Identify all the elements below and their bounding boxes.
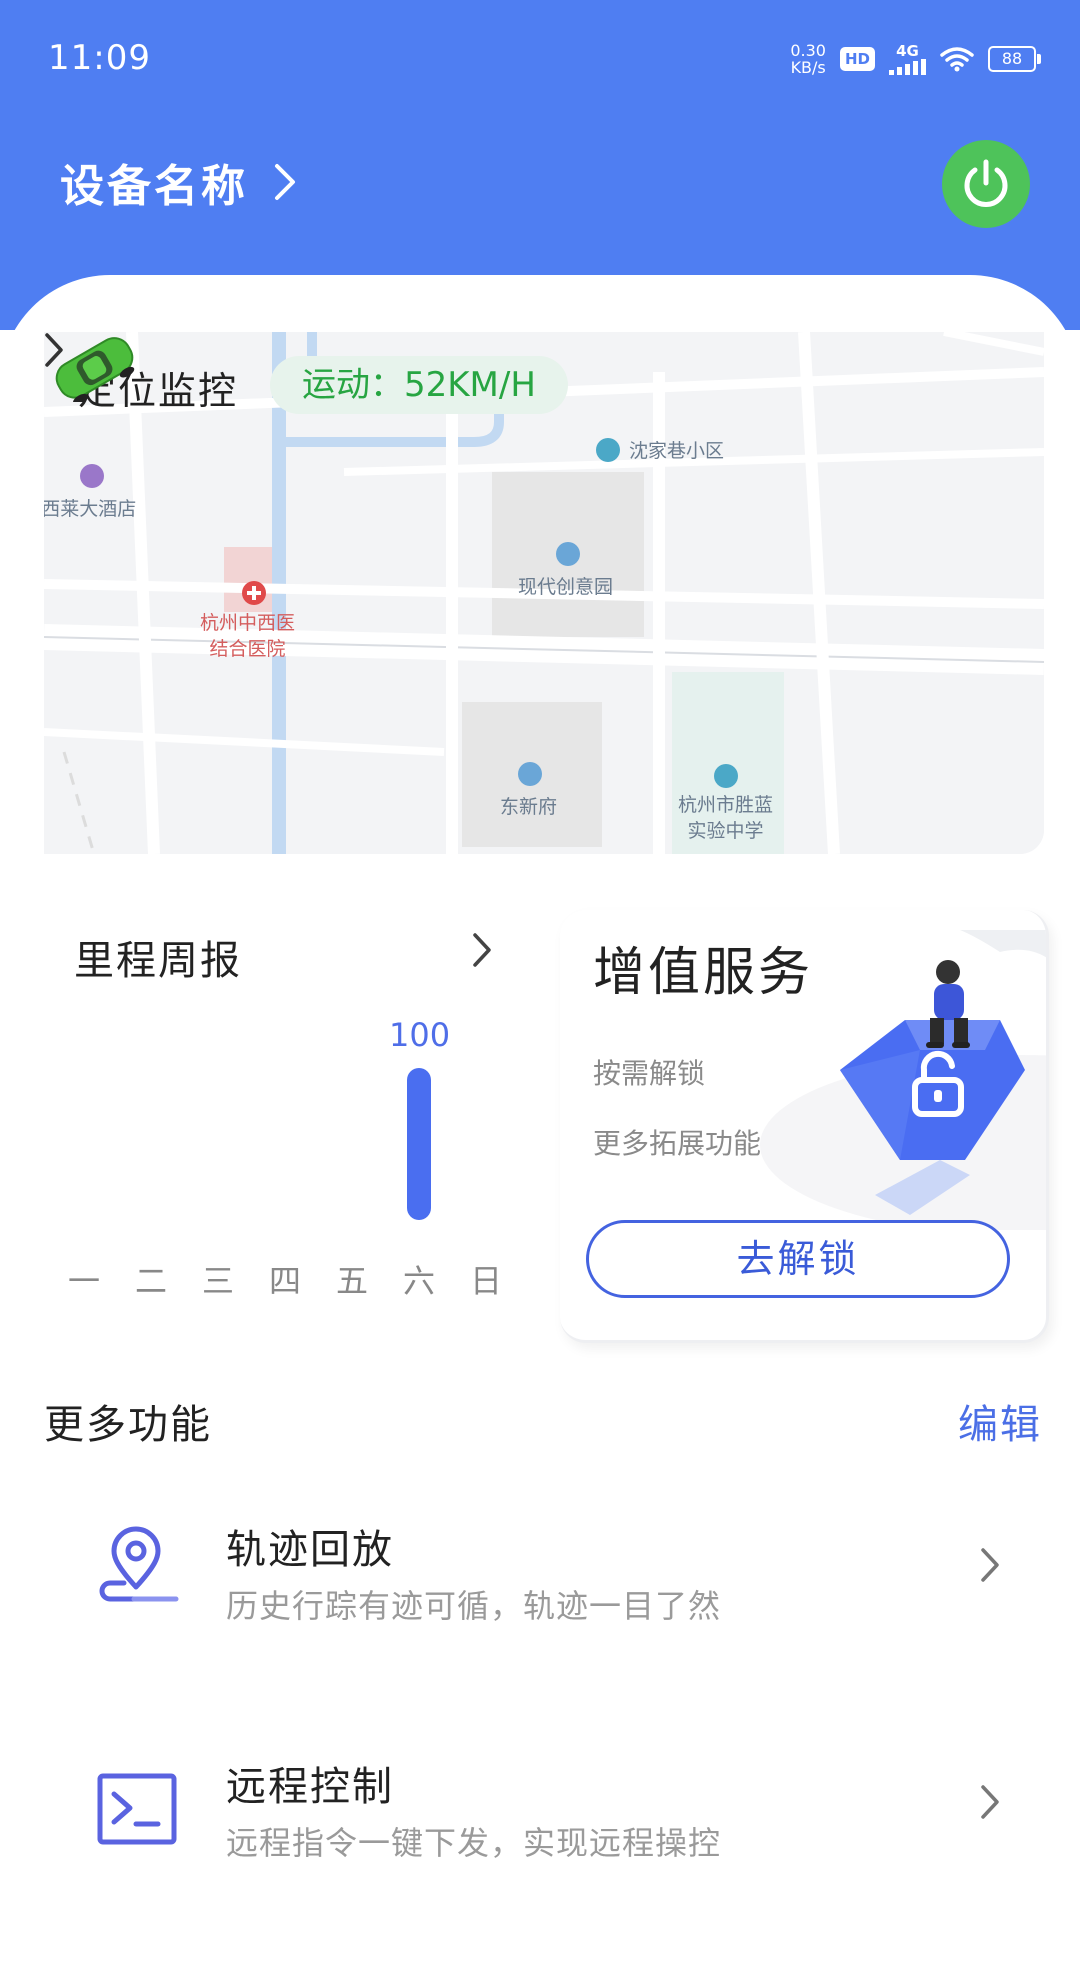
poi-label: 沈家巷小区	[629, 440, 725, 462]
status-time: 11:09	[48, 38, 151, 78]
network-speed-unit: KB/s	[790, 58, 826, 77]
day-label: 六	[402, 1262, 435, 1300]
building-icon	[518, 762, 542, 786]
feature-track-playback[interactable]: 轨迹回放 历史行踪有迹可循，轨迹一目了然	[0, 1515, 1080, 1655]
unlock-button[interactable]: 去解锁	[586, 1220, 1010, 1298]
power-icon	[964, 159, 1008, 207]
poi-label: 杭州中西医 结合医院	[200, 610, 295, 662]
poi-label: 杭州市胜蓝 实验中学	[678, 792, 773, 844]
feature-desc: 远程指令一键下发，实现远程操控	[226, 1824, 722, 1862]
chevron-right-icon[interactable]	[472, 932, 492, 968]
edit-link[interactable]: 编辑	[958, 1392, 1042, 1450]
feature-remote-control[interactable]: 远程控制 远程指令一键下发，实现远程操控	[0, 1752, 1080, 1892]
day-label: 二	[134, 1262, 167, 1300]
network-type: 4G	[896, 41, 919, 60]
feature-desc: 历史行踪有迹可循，轨迹一目了然	[226, 1587, 722, 1625]
value-added-line-2: 更多拓展功能	[593, 1127, 762, 1160]
value-added-title: 增值服务	[593, 943, 814, 1003]
mileage-report-title[interactable]: 里程周报	[74, 928, 242, 986]
day-label: 三	[201, 1262, 234, 1300]
chevron-right-icon	[981, 1785, 999, 1819]
terminal-icon	[97, 1773, 177, 1845]
building-icon	[556, 542, 580, 566]
poi-label: 现代创意园	[518, 576, 614, 598]
poi-label: 东新府	[500, 796, 558, 818]
day-label: 五	[335, 1262, 368, 1300]
day-label: 一	[67, 1262, 100, 1300]
device-name: 设备名称	[60, 161, 248, 212]
chevron-right-icon	[981, 1548, 999, 1582]
poi-label-line: 杭州市胜蓝	[678, 794, 774, 816]
status-icons: 0.30 KB/s HD 4G 88	[790, 41, 1041, 76]
feature-title: 轨迹回放	[226, 1527, 394, 1573]
feature-title: 远程控制	[226, 1764, 394, 1810]
chevron-right-icon	[275, 164, 295, 200]
more-functions-title: 更多功能	[44, 1402, 212, 1448]
speed-badge: 运动：52KM/H	[270, 356, 568, 414]
location-pin-icon	[99, 1526, 179, 1602]
poi-label-line: 结合医院	[209, 638, 286, 660]
poi-label: i西莱大酒店	[44, 498, 137, 520]
day-label: 日	[469, 1262, 502, 1300]
wifi-icon	[940, 47, 974, 72]
power-button[interactable]	[942, 140, 1030, 228]
cellular-signal-icon: 4G	[889, 41, 926, 75]
mileage-bar	[407, 1068, 431, 1220]
school-icon	[714, 764, 738, 788]
value-added-line-1: 按需解锁	[593, 1057, 706, 1090]
poi-label-line: 实验中学	[687, 820, 764, 842]
location-map[interactable]: 定位监控 运动：52KM/H 沈家巷小区 i西莱大酒店 杭州中西医 结合医院 现…	[44, 332, 1044, 854]
device-selector[interactable]: 设备名称	[60, 150, 296, 214]
mileage-bar-value: 100	[389, 1016, 451, 1054]
hd-icon: HD	[839, 47, 875, 71]
poi-label-line: 杭州中西医	[200, 612, 296, 634]
hotel-icon	[80, 464, 104, 488]
car-icon	[55, 337, 135, 402]
residence-icon	[596, 438, 620, 462]
day-label: 四	[268, 1262, 301, 1300]
status-bar: 11:09 0.30 KB/s HD 4G 88	[0, 0, 1080, 120]
battery-icon: 88	[988, 46, 1041, 72]
network-speed: 0.30 KB/s	[790, 42, 826, 76]
hospital-icon	[242, 581, 266, 605]
network-speed-value: 0.30	[790, 41, 826, 60]
